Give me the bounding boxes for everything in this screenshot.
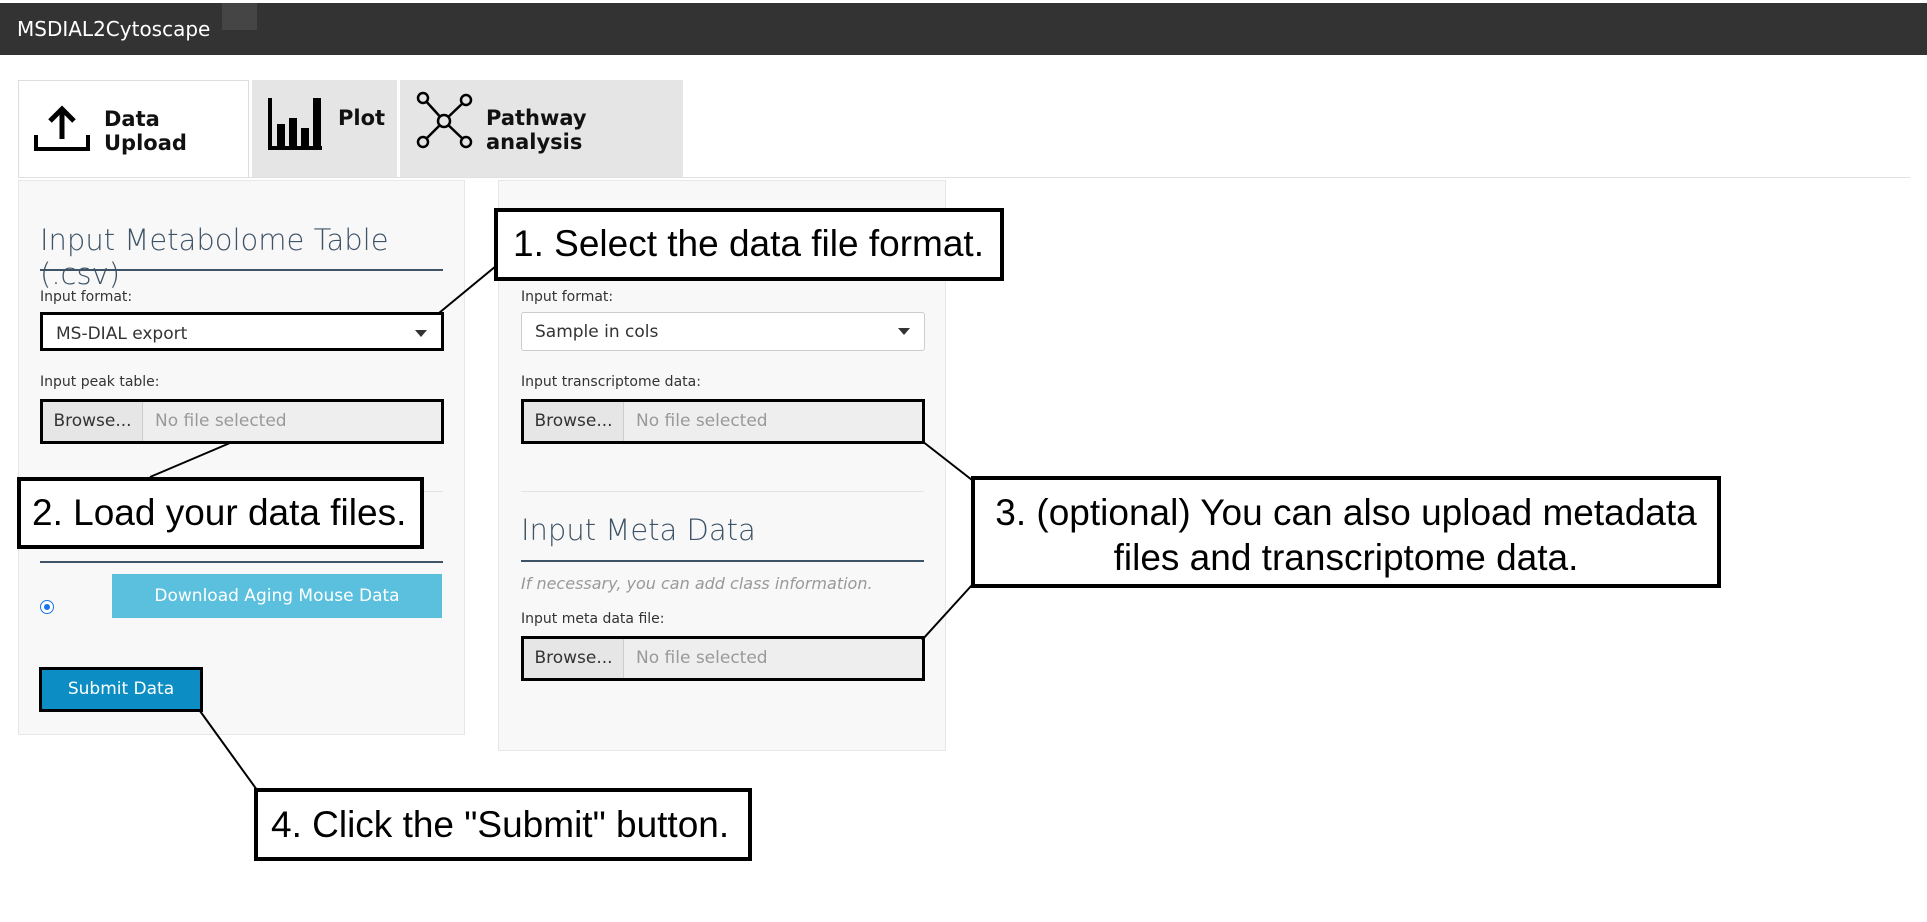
callout-step-3: 3. (optional) You can also upload metada… bbox=[971, 476, 1721, 588]
callout-step-4: 4. Click the "Submit" button. bbox=[254, 788, 752, 861]
callout-connectors bbox=[149, 265, 973, 791]
callout-step-2: 2. Load your data files. bbox=[17, 477, 424, 549]
callout-step-1: 1. Select the data file format. bbox=[494, 208, 1004, 281]
